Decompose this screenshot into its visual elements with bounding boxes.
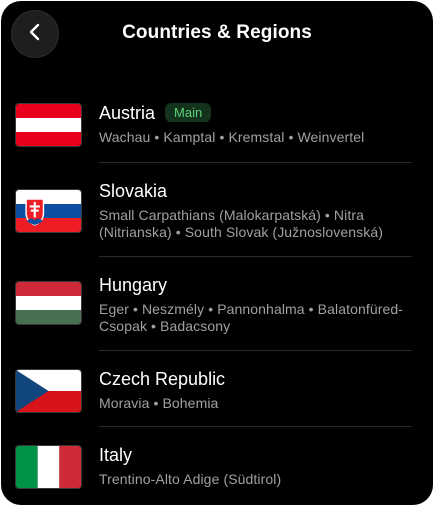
country-row-austria[interactable]: Austria Main Wachau • Kamptal • Kremstal … bbox=[1, 85, 433, 163]
country-regions: Moravia • Bohemia bbox=[99, 395, 219, 411]
header: Countries & Regions bbox=[1, 1, 433, 67]
country-row-czech-republic[interactable]: Czech Republic Moravia • Bohemia bbox=[1, 351, 433, 427]
country-row-italy[interactable]: Italy Trentino-Alto Adige (Südtirol) bbox=[1, 427, 433, 503]
hungary-flag-icon bbox=[15, 281, 82, 325]
main-badge: Main bbox=[165, 103, 212, 122]
country-name: Czech Republic bbox=[99, 369, 226, 389]
country-regions: Small Carpathians (Malokarpatská) • Nitr… bbox=[99, 207, 383, 240]
czech-republic-flag-icon bbox=[15, 369, 82, 413]
country-regions: Eger • Neszmély • Pannonhalma • Balatonf… bbox=[99, 301, 404, 334]
italy-flag-icon bbox=[15, 445, 82, 489]
country-name: Austria Main bbox=[99, 103, 212, 124]
country-name: Hungary bbox=[99, 275, 168, 295]
slovakia-flag-icon bbox=[15, 189, 82, 233]
country-row-hungary[interactable]: Hungary Eger • Neszmély • Pannonhalma • … bbox=[1, 257, 433, 351]
page-title: Countries & Regions bbox=[122, 22, 312, 43]
country-regions: Trentino-Alto Adige (Südtirol) bbox=[99, 471, 282, 487]
country-list: Austria Main Wachau • Kamptal • Kremstal … bbox=[1, 85, 433, 503]
country-name: Slovakia bbox=[99, 181, 168, 201]
country-regions: Wachau • Kamptal • Kremstal • Weinvertel bbox=[99, 129, 365, 145]
country-name: Italy bbox=[99, 445, 133, 465]
austria-flag-icon bbox=[15, 103, 82, 147]
country-row-slovakia[interactable]: Slovakia Small Carpathians (Malokarpatsk… bbox=[1, 163, 433, 257]
countries-regions-screen: Countries & Regions Austria Main Wachau •… bbox=[1, 1, 433, 505]
country-name-text: Austria bbox=[99, 103, 156, 123]
